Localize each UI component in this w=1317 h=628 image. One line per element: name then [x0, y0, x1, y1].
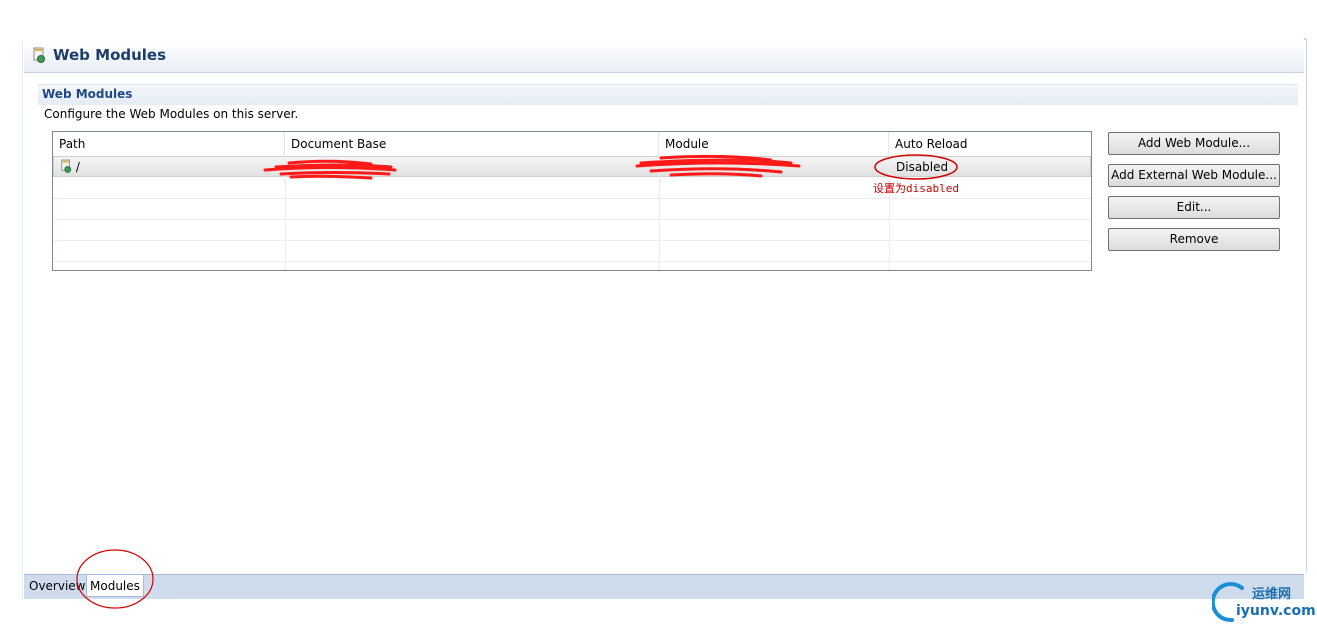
web-module-icon [33, 47, 45, 63]
redaction-scribble [263, 159, 397, 180]
remove-button[interactable]: Remove [1108, 228, 1280, 251]
add-web-module-button[interactable]: Add Web Module... [1108, 132, 1280, 155]
editor-left-edge [22, 40, 23, 600]
annotation-note: 设置为disabled [873, 182, 959, 195]
section-title: Web Modules [42, 87, 133, 101]
edit-button[interactable]: Edit... [1108, 196, 1280, 219]
table-row-empty [53, 241, 1091, 262]
watermark-en: iyunv.com [1236, 603, 1316, 619]
redaction-scribble [635, 154, 801, 178]
table-row-empty [53, 199, 1091, 220]
editor-header: Web Modules [24, 40, 1304, 73]
table-row-empty [53, 220, 1091, 241]
annotation-circle [874, 154, 958, 180]
column-header-module[interactable]: Module [659, 132, 889, 155]
page-title: Web Modules [53, 46, 167, 64]
column-header-document-base[interactable]: Document Base [285, 132, 659, 155]
section-header: Web Modules [38, 84, 1298, 105]
path-value: / [75, 160, 80, 174]
annotation-circle [76, 549, 154, 609]
web-module-icon [61, 159, 72, 173]
cell-path[interactable]: / [54, 157, 286, 177]
column-header-path[interactable]: Path [53, 132, 285, 155]
section-description: Configure the Web Modules on this server… [44, 107, 299, 121]
editor-tab-bar: Overview Modules [24, 574, 1304, 599]
web-modules-editor: Web Modules Web Modules Configure the We… [24, 40, 1306, 609]
watermark-cn: 运维网 [1252, 587, 1292, 602]
add-external-web-module-button[interactable]: Add External Web Module... [1108, 164, 1280, 187]
